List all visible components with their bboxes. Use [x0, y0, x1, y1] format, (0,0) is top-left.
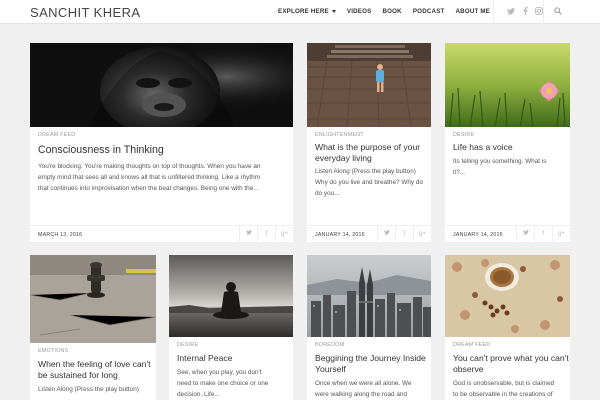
search-button[interactable]	[543, 0, 600, 24]
nav-about-me[interactable]: ABOUT ME	[456, 8, 491, 15]
excerpt-line: empty mind that sees all and knows all t…	[38, 173, 261, 181]
post-card[interactable]: DREAM FEED You can't prove what you can'…	[445, 255, 570, 400]
share-googleplus-icon[interactable]: g+	[552, 226, 570, 242]
excerpt-line: Listen Along (Press the play button)	[38, 386, 139, 393]
nav-explore-here[interactable]: EXPLORE HERE	[278, 8, 336, 15]
post-category[interactable]: DREAM FEED	[38, 132, 75, 138]
excerpt-line: to be observable in the creations of	[453, 390, 553, 398]
post-card[interactable]: DREAM FEED Consciousness in Thinking You…	[30, 43, 293, 242]
post-date: JANUARY 14, 2016	[315, 231, 365, 238]
excerpt-line: do you...	[315, 189, 340, 197]
title-line: observe	[453, 363, 484, 374]
post-date: MARCH 13, 2016	[38, 231, 83, 238]
post-card[interactable]: ENLIGHTENMENT What is the purpose of you…	[307, 43, 431, 242]
post-category[interactable]: ENLIGHTENMENT	[315, 132, 364, 138]
search-icon	[554, 7, 562, 15]
share-facebook-icon[interactable]: f	[534, 226, 552, 242]
post-title[interactable]: Consciousness in Thinking	[38, 144, 164, 156]
share-facebook-icon[interactable]: f	[257, 226, 275, 242]
post-title[interactable]: Beggining the Journey Inside Yourself	[315, 353, 426, 374]
excerpt-line: See, when you play, you don't	[177, 369, 262, 376]
post-card[interactable]: DESIRE Life has a voice Its telling you …	[445, 43, 570, 242]
share-twitter-icon[interactable]	[239, 226, 257, 242]
post-title[interactable]: You can't prove what you can't observe	[453, 353, 569, 374]
excerpt-line: decision. Life...	[177, 390, 220, 398]
social-links	[493, 0, 546, 24]
nav-videos[interactable]: VIDEOS	[347, 8, 372, 15]
nav-podcast[interactable]: PODCAST	[413, 8, 445, 15]
post-card[interactable]: EMOTIONS When the feeling of love can't …	[30, 255, 156, 400]
excerpt-line: Its telling you something. What is	[453, 158, 547, 165]
post-date: JANUARY 14, 2016	[453, 231, 503, 238]
post-image[interactable]	[307, 43, 431, 127]
post-title[interactable]: When the feeling of love can't be sustai…	[38, 359, 150, 380]
nav-label: EXPLORE HERE	[278, 8, 329, 15]
post-excerpt: Once when we were all alone. We were wal…	[315, 379, 412, 400]
post-image[interactable]	[445, 43, 570, 127]
post-card[interactable]: BOREDOM Beggining the Journey Inside You…	[307, 255, 431, 400]
excerpt-line: need to make one choice or one	[177, 379, 269, 387]
post-footer: JANUARY 14, 2016 f g+	[307, 225, 431, 242]
facebook-icon[interactable]	[518, 6, 532, 17]
excerpt-line: were walking along the road and	[315, 390, 408, 398]
site-brand[interactable]: SANCHIT KHERA	[30, 5, 140, 20]
post-category[interactable]: DREAM FEED	[453, 342, 490, 348]
share-twitter-icon[interactable]	[377, 226, 395, 242]
title-line: Beggining the Journey Inside	[315, 353, 426, 363]
post-category[interactable]: DESIRE	[177, 342, 198, 348]
excerpt-line: that continues into improvisation when t…	[38, 184, 259, 192]
site-header: SANCHIT KHERA EXPLORE HERE VIDEOS BOOK P…	[0, 0, 600, 24]
post-card[interactable]: DESIRE Internal Peace See, when you play…	[169, 255, 293, 400]
post-image[interactable]	[30, 43, 293, 127]
post-category[interactable]: DESIRE	[453, 132, 474, 138]
excerpt-line: it?...	[453, 168, 466, 176]
post-image[interactable]	[307, 255, 431, 337]
post-category[interactable]: EMOTIONS	[38, 348, 68, 354]
post-excerpt: Its telling you something. What is it?..…	[453, 157, 546, 179]
post-excerpt: You're blocking. You're making thoughts …	[38, 162, 260, 194]
nav-book[interactable]: BOOK	[382, 8, 401, 15]
excerpt-line: Listen Along (Press the play button)	[315, 168, 416, 175]
share-googleplus-icon[interactable]: g+	[275, 226, 293, 242]
main-nav: EXPLORE HERE VIDEOS BOOK PODCAST ABOUT M…	[278, 8, 501, 15]
title-line: Yourself	[315, 363, 346, 374]
excerpt-line: Once when we were all alone. We	[315, 380, 412, 387]
share-twitter-icon[interactable]	[516, 226, 534, 242]
post-image[interactable]	[30, 255, 156, 343]
excerpt-line: You're blocking. You're making thoughts …	[38, 163, 261, 170]
post-footer: JANUARY 14, 2016 f g+	[445, 225, 570, 242]
title-line: everyday living	[315, 152, 372, 163]
post-excerpt: See, when you play, you don't need to ma…	[177, 368, 268, 400]
title-line: be sustained for long	[38, 369, 118, 380]
post-title[interactable]: What is the purpose of your everyday liv…	[315, 142, 420, 163]
share-googleplus-icon[interactable]: g+	[413, 226, 431, 242]
share-facebook-icon[interactable]: f	[395, 226, 413, 242]
post-excerpt: Listen Along (Press the play button)	[38, 385, 139, 396]
post-category[interactable]: BOREDOM	[315, 342, 344, 348]
post-title[interactable]: Life has a voice	[453, 142, 513, 153]
twitter-icon[interactable]	[504, 7, 518, 17]
post-image[interactable]	[445, 255, 570, 337]
post-footer: MARCH 13, 2016 f g+	[30, 225, 293, 242]
post-excerpt: Listen Along (Press the play button) Why…	[315, 167, 423, 199]
post-title[interactable]: Internal Peace	[177, 353, 232, 364]
caret-down-icon	[331, 9, 336, 13]
excerpt-line: God is unobservable, but is claimed	[453, 380, 555, 387]
post-excerpt: God is unobservable, but is claimed to b…	[453, 379, 554, 400]
post-image[interactable]	[169, 255, 293, 337]
excerpt-line: Why do you live and breathe? Why do	[315, 178, 423, 186]
title-line: When the feeling of love can't	[38, 359, 151, 369]
title-line: What is the purpose of your	[315, 142, 421, 152]
title-line: You can't prove what you can't	[453, 353, 569, 363]
